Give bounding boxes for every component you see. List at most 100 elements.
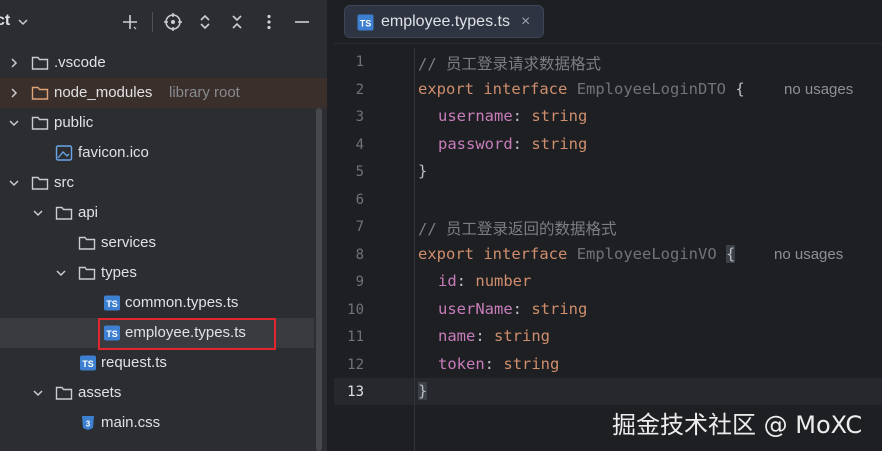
chevron-right-icon[interactable] (7, 86, 21, 100)
panel-divider[interactable] (327, 0, 334, 451)
line-number: 1 (355, 54, 364, 70)
line-number: 11 (347, 329, 364, 345)
code-type: string (531, 107, 588, 125)
code-line-10[interactable]: userName: string (438, 300, 587, 318)
tab-employee-types[interactable]: TS employee.types.ts × (344, 5, 544, 38)
tree-item-request[interactable]: TS request.ts (0, 348, 316, 378)
tree-item-label: types (101, 264, 137, 281)
code-comment: // 员工登录请求数据格式 (418, 55, 601, 73)
code-line-8[interactable]: export interface EmployeeLoginVO { (418, 245, 736, 263)
folder-icon (55, 206, 73, 220)
code-line-12[interactable]: token: string (438, 355, 559, 373)
project-panel: ct .vscode node_modules library root pub… (0, 0, 327, 451)
code-colon: : (484, 355, 495, 373)
code-line-9[interactable]: id: number (438, 272, 531, 290)
code-keyword: interface (483, 245, 568, 263)
tree-item-node-modules[interactable]: node_modules library root (0, 78, 327, 108)
code-line-11[interactable]: name: string (438, 327, 550, 345)
ts-file-icon: TS (357, 14, 374, 31)
code-line-4[interactable]: password: string (438, 135, 587, 153)
svg-text:TS: TS (106, 299, 118, 309)
editor: TS employee.types.ts × 1 2 3 4 5 6 7 8 9… (334, 0, 882, 451)
folder-icon (31, 116, 49, 130)
collapse-icon[interactable] (226, 11, 248, 33)
current-line-highlight (334, 378, 882, 405)
ts-file-icon: TS (104, 295, 120, 311)
tree-item-label: node_modules (54, 84, 153, 101)
usage-hint[interactable]: no usages (784, 81, 853, 98)
code-property: userName (438, 300, 513, 318)
tree-item-common-types[interactable]: TS common.types.ts (0, 288, 316, 318)
tree-item-src[interactable]: src (0, 168, 316, 198)
tree-item-main-css[interactable]: 3 main.css (0, 408, 316, 438)
tree-item-hint: library root (169, 84, 240, 101)
tree-item-services[interactable]: services (0, 228, 316, 258)
tree-item-vscode[interactable]: .vscode (0, 48, 316, 78)
code-brace: { (735, 80, 745, 98)
code-line-7[interactable]: // 员工登录返回的数据格式 (418, 217, 617, 239)
project-panel-title[interactable]: ct (0, 12, 10, 30)
line-number: 3 (355, 109, 364, 125)
code-brace: } (418, 162, 428, 180)
code-brace: } (418, 382, 428, 400)
code-keyword: interface (483, 80, 568, 98)
close-icon[interactable]: × (521, 13, 530, 31)
chevron-down-icon[interactable] (7, 116, 21, 130)
svg-text:3: 3 (86, 420, 91, 429)
code-colon: : (456, 272, 467, 290)
line-number: 2 (355, 82, 364, 98)
tree-item-label: .vscode (54, 54, 106, 71)
code-line-3[interactable]: username: string (438, 107, 587, 125)
tree-item-label: favicon.ico (78, 144, 149, 161)
chevron-down-icon[interactable] (16, 15, 30, 29)
chevron-down-icon[interactable] (54, 266, 68, 280)
css-file-icon: 3 (82, 416, 94, 430)
tree-item-types[interactable]: types (0, 258, 316, 288)
code-line-5[interactable]: } (418, 162, 427, 180)
line-number: 13 (347, 384, 364, 400)
code-colon: : (475, 327, 485, 345)
code-colon: : (512, 107, 522, 125)
svg-text:TS: TS (360, 19, 372, 29)
code-line-2[interactable]: export interface EmployeeLoginDTO { (418, 80, 745, 98)
chevron-right-icon[interactable] (7, 56, 21, 70)
chevron-down-icon[interactable] (7, 176, 21, 190)
toolbar-separator (152, 12, 153, 32)
image-file-icon (55, 145, 73, 161)
plus-icon[interactable] (119, 11, 141, 33)
usage-hint[interactable]: no usages (774, 246, 843, 263)
code-property: name (438, 327, 476, 345)
code-type: string (494, 327, 551, 345)
tree-item-favicon[interactable]: favicon.ico (0, 138, 316, 168)
code-type: string (531, 300, 588, 318)
code-type: number (475, 272, 532, 290)
tree-item-assets[interactable]: assets (0, 378, 316, 408)
code-interface-name: EmployeeLoginVO (576, 245, 717, 263)
tree-item-label: request.ts (101, 354, 167, 371)
folder-icon (78, 266, 96, 280)
code-property: username (438, 107, 513, 125)
chevron-down-icon[interactable] (31, 386, 45, 400)
tree-item-label: main.css (101, 414, 161, 431)
tree-item-label: services (101, 234, 157, 251)
line-number: 9 (355, 274, 364, 290)
expand-icon[interactable] (194, 11, 216, 33)
chevron-down-icon[interactable] (31, 206, 45, 220)
project-panel-header: ct (0, 0, 327, 44)
tree-item-api[interactable]: api (0, 198, 316, 228)
minimize-icon[interactable] (291, 11, 313, 33)
folder-icon (31, 86, 49, 100)
crosshair-icon[interactable] (162, 11, 184, 33)
tree-item-label: public (54, 114, 94, 131)
code-line-13[interactable]: } (418, 382, 428, 400)
tree-item-public[interactable]: public (0, 108, 316, 138)
code-colon: : (512, 300, 522, 318)
project-scrollbar[interactable] (316, 108, 322, 451)
line-number: 8 (355, 247, 364, 263)
more-icon[interactable] (258, 11, 280, 33)
code-line-1[interactable]: // 员工登录请求数据格式 (418, 52, 601, 74)
tree-item-label: common.types.ts (125, 294, 239, 311)
watermark: 掘金技术社区 @ MoXC (612, 411, 863, 439)
tab-label: employee.types.ts (381, 13, 510, 30)
code-colon: : (512, 135, 522, 153)
